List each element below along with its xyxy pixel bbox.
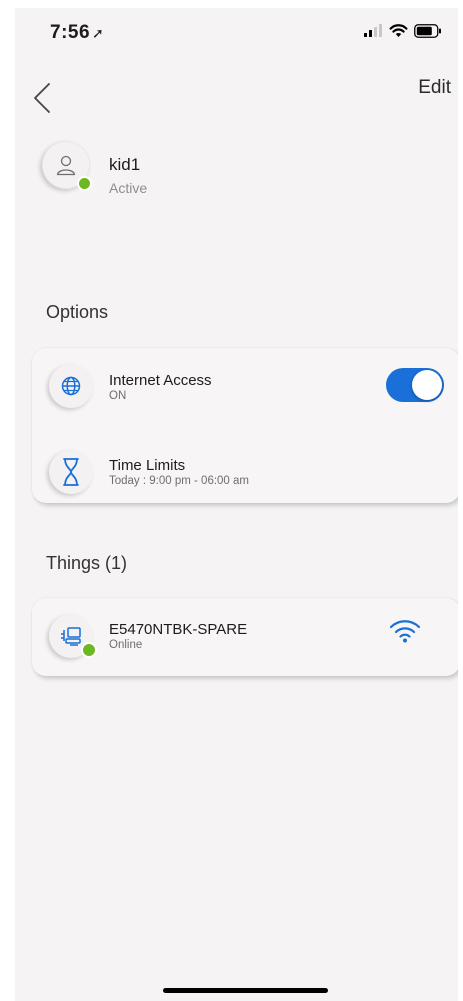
options-section-title: Options (46, 302, 109, 322)
options-card: Internet Access ON Time Limits Today : 9… (32, 348, 458, 503)
user-icon (56, 155, 76, 176)
home-indicator (163, 988, 328, 993)
location-arrow-icon: ➚ (92, 25, 105, 41)
avatar (42, 141, 92, 191)
internet-access-toggle[interactable] (386, 368, 444, 402)
chevron-left-icon (34, 83, 50, 113)
things-card: E5470NTBK-SPARE Online (32, 598, 458, 676)
status-online-dot (77, 176, 92, 191)
device-online-dot (81, 642, 97, 658)
edit-button[interactable]: Edit (418, 77, 451, 99)
back-button[interactable] (31, 78, 55, 118)
profile-status: Active (109, 180, 148, 196)
internet-access-title: Internet Access (109, 372, 212, 389)
profile-name: kid1 (109, 155, 141, 174)
status-bar-time: 7:56 ➚ (50, 22, 104, 44)
wifi-icon (389, 620, 421, 643)
device-status: Online (109, 639, 143, 651)
time-limits-subtitle: Today : 9:00 pm - 06:00 am (109, 475, 249, 487)
wifi-status-icon (389, 24, 408, 37)
computer-network-icon (61, 627, 81, 646)
toggle-knob (412, 370, 442, 400)
things-section-title: Things (1) (46, 553, 128, 573)
internet-access-icon-badge (49, 364, 93, 408)
globe-icon (61, 376, 81, 396)
battery-icon (414, 24, 441, 38)
status-time-text: 7:56 (50, 22, 91, 43)
screen: 7:56 ➚ Edit kid1 Active Options Internet… (15, 8, 458, 1001)
time-limits-icon-badge (49, 450, 93, 494)
device-name: E5470NTBK-SPARE (109, 621, 248, 638)
cellular-signal-icon (364, 24, 382, 37)
hourglass-icon (63, 458, 79, 486)
status-bar-icons (363, 24, 442, 38)
time-limits-title: Time Limits (109, 457, 186, 474)
device-icon-badge (49, 614, 97, 658)
internet-access-subtitle: ON (109, 390, 127, 402)
